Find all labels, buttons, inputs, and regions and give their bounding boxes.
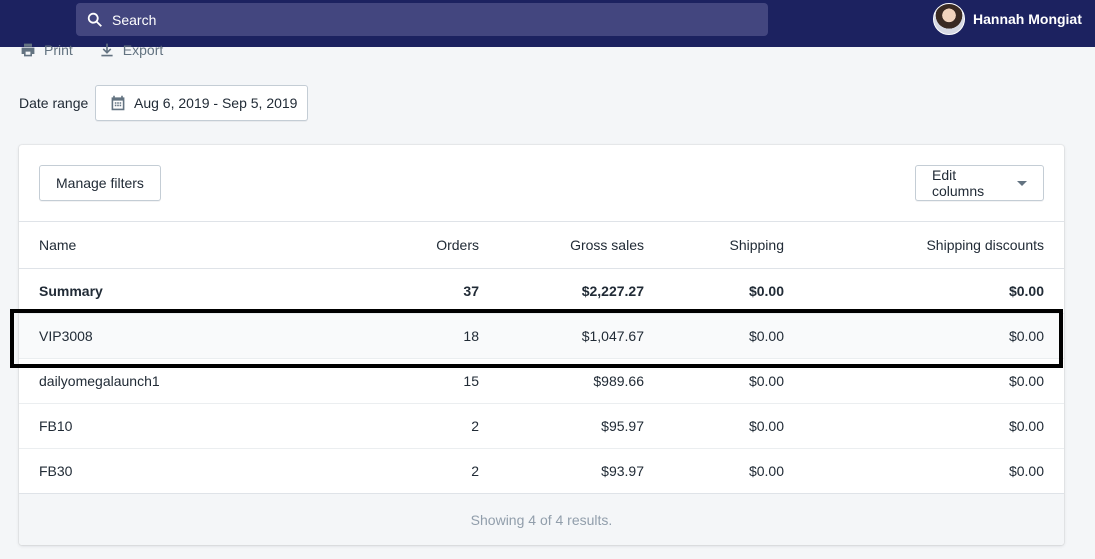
calendar-icon: [111, 95, 125, 111]
summary-row: Summary 37 $2,227.27 $0.00 $0.00: [19, 269, 1064, 314]
search-icon: [87, 12, 102, 27]
user-name: Hannah Mongiat: [973, 11, 1082, 27]
manage-filters-button[interactable]: Manage filters: [39, 165, 161, 201]
export-label: Export: [122, 42, 164, 58]
cell-orders: 18: [463, 328, 479, 344]
export-button[interactable]: Export: [99, 42, 163, 58]
table-header-row: Name Orders Gross sales Shipping Shippin…: [19, 221, 1064, 269]
cell-shipping-discounts: $0.00: [1008, 328, 1044, 344]
avatar: [933, 3, 965, 35]
cell-orders: 37: [463, 283, 479, 299]
cell-gross-sales: $93.97: [601, 463, 644, 479]
date-range-value: Aug 6, 2019 - Sep 5, 2019: [134, 95, 298, 111]
date-range-label: Date range: [19, 95, 89, 111]
print-icon: [21, 43, 35, 57]
results-count: Showing 4 of 4 results.: [470, 511, 613, 528]
top-bar: Search Hannah Mongiat: [0, 0, 1095, 47]
page-actions: Print Export: [20, 42, 163, 58]
cell-orders: 15: [463, 373, 479, 389]
print-label: Print: [44, 42, 73, 58]
table-row[interactable]: FB30 2 $93.97 $0.00 $0.00: [19, 449, 1064, 494]
cell-gross-sales: $989.66: [593, 373, 644, 389]
results-footer: Showing 4 of 4 results.: [19, 493, 1064, 545]
edit-columns-button[interactable]: Edit columns: [915, 165, 1044, 201]
cell-gross-sales: $2,227.27: [581, 283, 644, 299]
cell-shipping-discounts: $0.00: [1008, 283, 1044, 299]
cell-shipping: $0.00: [748, 283, 784, 299]
search-placeholder: Search: [112, 11, 157, 28]
header-name[interactable]: Name: [19, 222, 379, 269]
table-row[interactable]: FB10 2 $95.97 $0.00 $0.00: [19, 404, 1064, 449]
cell-gross-sales: $95.97: [601, 418, 644, 434]
cell-orders: 2: [471, 418, 479, 434]
header-shipping[interactable]: Shipping: [664, 222, 804, 269]
cell-name: VIP3008: [39, 328, 93, 344]
caret-down-icon: [1017, 180, 1027, 186]
cell-shipping: $0.00: [748, 418, 784, 434]
cell-shipping: $0.00: [748, 463, 784, 479]
cell-name: Summary: [39, 283, 103, 299]
edit-columns-label: Edit columns: [932, 167, 985, 199]
cell-shipping-discounts: $0.00: [1008, 418, 1044, 434]
cell-shipping-discounts: $0.00: [1008, 463, 1044, 479]
header-shipping-discounts[interactable]: Shipping discounts: [804, 222, 1064, 269]
header-gross-sales[interactable]: Gross sales: [499, 222, 664, 269]
header-orders[interactable]: Orders: [379, 222, 499, 269]
cell-orders: 2: [471, 463, 479, 479]
cell-gross-sales: $1,047.67: [581, 328, 644, 344]
table-row[interactable]: VIP3008 18 $1,047.67 $0.00 $0.00: [19, 313, 1064, 359]
user-menu[interactable]: Hannah Mongiat: [933, 3, 1082, 35]
cell-shipping: $0.00: [748, 328, 784, 344]
table-row[interactable]: dailyomegalaunch1 15 $989.66 $0.00 $0.00: [19, 359, 1064, 404]
date-range-button[interactable]: Aug 6, 2019 - Sep 5, 2019: [95, 85, 308, 121]
export-icon: [101, 43, 113, 57]
cell-name: FB30: [39, 463, 73, 479]
report-card: Manage filters Edit columns Name Orders …: [19, 145, 1064, 545]
cell-shipping: $0.00: [748, 373, 784, 389]
report-table: Name Orders Gross sales Shipping Shippin…: [19, 221, 1064, 494]
cell-shipping-discounts: $0.00: [1008, 373, 1044, 389]
search-bar[interactable]: Search: [76, 3, 768, 36]
print-button[interactable]: Print: [20, 42, 73, 58]
cell-name: FB10: [39, 418, 73, 434]
manage-filters-label: Manage filters: [56, 175, 144, 191]
cell-name: dailyomegalaunch1: [39, 373, 160, 389]
